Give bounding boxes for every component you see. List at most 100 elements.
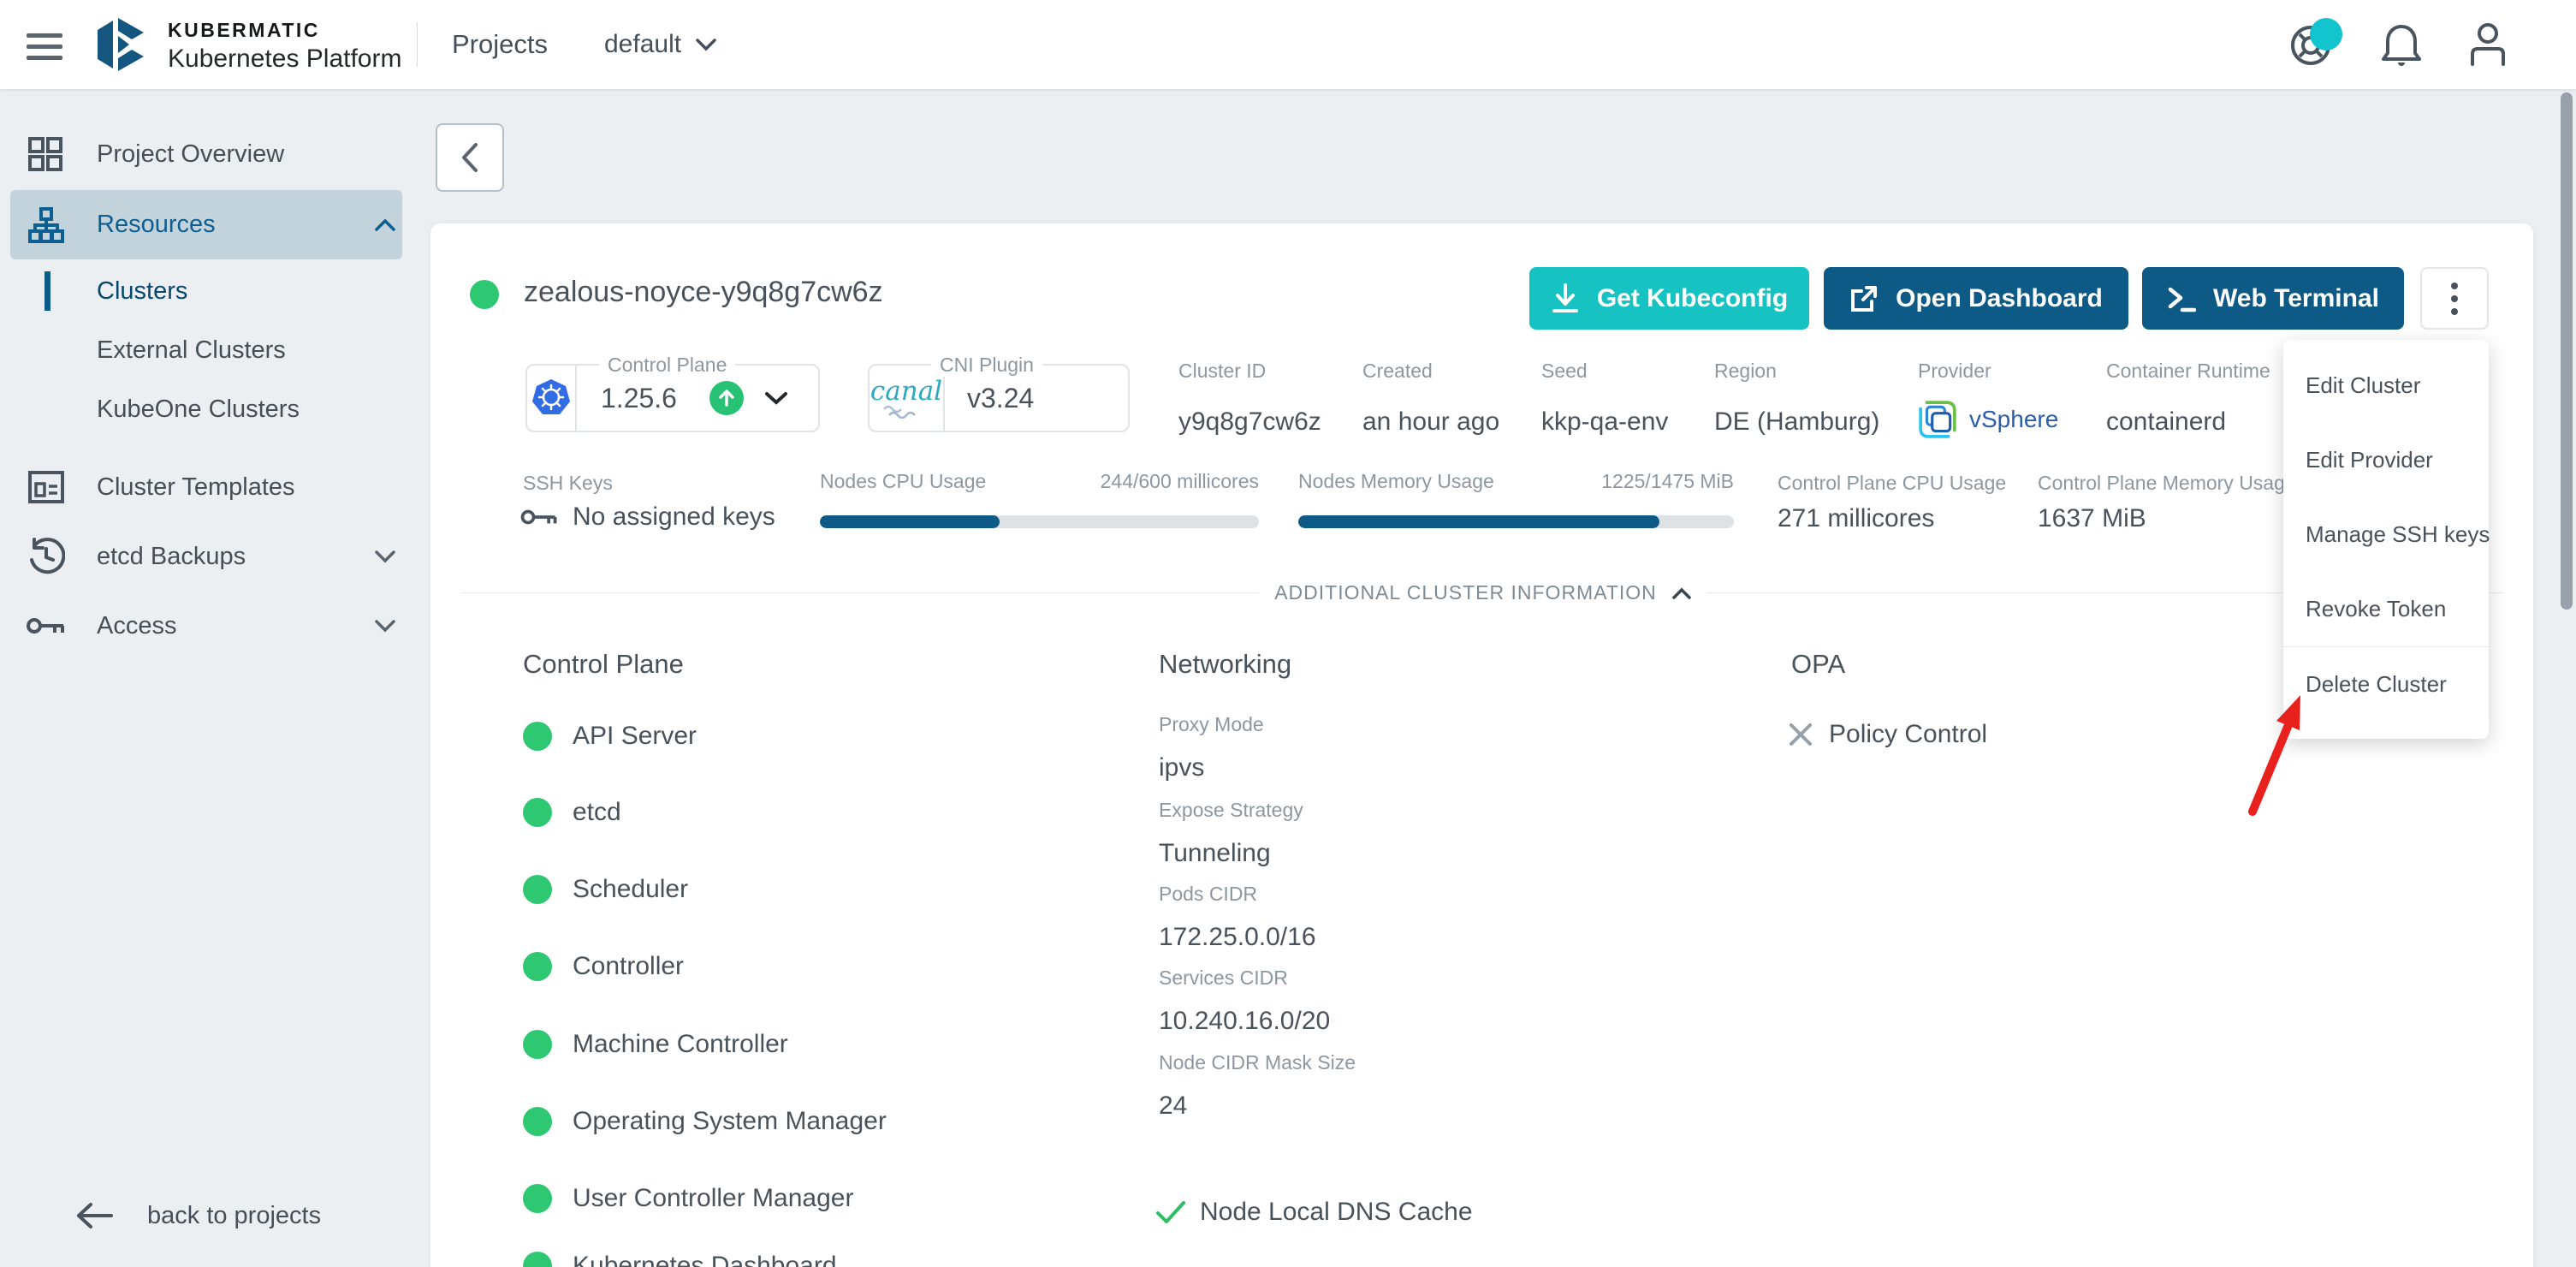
ssh-keys-value-row: No assigned keys	[519, 503, 775, 532]
kebab-dot	[2451, 308, 2458, 315]
open-dashboard-label: Open Dashboard	[1896, 284, 2103, 313]
grid-icon	[27, 136, 63, 172]
sidebar-item-project-overview[interactable]: Project Overview	[0, 120, 428, 188]
menu-item-edit-cluster[interactable]: Edit Cluster	[2283, 348, 2489, 423]
detail-label: Seed	[1541, 360, 1668, 383]
brand-line1: KUBERMATIC	[168, 19, 401, 42]
chevron-down-icon	[374, 550, 396, 563]
control-plane-item: Controller	[523, 952, 684, 981]
nodes-memory-value: 1225/1475 MiB	[1601, 470, 1734, 493]
sidebar-item-etcd-backups[interactable]: etcd Backups	[0, 522, 428, 591]
cp-memory-label: Control Plane Memory Usage	[2038, 472, 2296, 495]
header-divider	[417, 22, 418, 67]
notifications-bell-icon[interactable]	[2378, 21, 2425, 69]
web-terminal-label: Web Terminal	[2213, 284, 2379, 313]
menu-item-revoke-token[interactable]: Revoke Token	[2283, 572, 2489, 646]
vertical-scrollbar-thumb[interactable]	[2561, 92, 2573, 610]
projects-nav-link[interactable]: Projects	[452, 0, 548, 89]
detail-label: Created	[1362, 360, 1499, 383]
control-plane-item: Operating System Manager	[523, 1107, 887, 1136]
version-chevron-down-icon[interactable]	[764, 391, 788, 405]
help-ring-icon[interactable]	[2288, 23, 2333, 68]
external-link-icon	[1849, 284, 1879, 313]
cluster-detail-card: zealous-noyce-y9q8g7cw6z Get Kubeconfig …	[430, 223, 2533, 1267]
get-kubeconfig-label: Get Kubeconfig	[1597, 284, 1788, 313]
cni-version-value: v3.24	[967, 383, 1034, 414]
x-icon	[1788, 722, 1813, 747]
detail-provider: Provider vSphere	[1918, 360, 2058, 439]
history-icon	[27, 538, 65, 575]
kebab-dot	[2451, 295, 2458, 302]
detail-container-runtime: Container Runtime containerd	[2106, 360, 2270, 437]
active-indicator-bar	[45, 271, 50, 311]
additional-info-label: ADDITIONAL CLUSTER INFORMATION	[1274, 581, 1657, 604]
back-button[interactable]	[436, 123, 504, 192]
arrow-left-icon	[75, 1202, 115, 1229]
status-ok-dot	[523, 1107, 552, 1136]
control-plane-version-legend: Control Plane	[599, 354, 735, 377]
networking-field: Proxy Mode ipvs	[1159, 713, 1264, 782]
nodes-memory-progress-fill	[1298, 515, 1659, 528]
sidebar-item-resources[interactable]: Resources	[10, 190, 402, 259]
detail-label: Region	[1714, 360, 1879, 383]
status-ok-dot	[523, 1252, 552, 1267]
web-terminal-button[interactable]: Web Terminal	[2142, 267, 2404, 330]
detail-seed: Seed kkp-qa-env	[1541, 360, 1668, 437]
chevron-left-icon	[460, 142, 479, 173]
project-selector-value: default	[604, 30, 681, 59]
cp-cpu-value: 271 millicores	[1778, 504, 1934, 533]
dns-cache-row: Node Local DNS Cache	[1155, 1198, 1473, 1227]
upgrade-available-icon[interactable]	[709, 381, 744, 415]
status-ok-dot	[523, 1184, 552, 1213]
canal-logo-text: canal	[870, 378, 942, 405]
sidebar-item-access[interactable]: Access	[0, 592, 428, 660]
provider-link[interactable]: vSphere	[1969, 406, 2058, 433]
additional-info-divider[interactable]: ADDITIONAL CLUSTER INFORMATION	[462, 581, 2503, 604]
kubernetes-logo-icon	[527, 366, 577, 431]
status-ok-dot	[523, 952, 552, 981]
sidebar-item-label: Clusters	[97, 277, 187, 306]
open-dashboard-button[interactable]: Open Dashboard	[1824, 267, 2128, 330]
user-profile-icon[interactable]	[2466, 21, 2510, 68]
ssh-keys-label: SSH Keys	[523, 472, 613, 495]
policy-control-row: Policy Control	[1788, 720, 1987, 749]
sidebar-item-kubeone-clusters[interactable]: KubeOne Clusters	[0, 375, 428, 443]
status-ok-dot	[523, 1030, 552, 1059]
cluster-actions-kebab-button[interactable]	[2420, 267, 2489, 330]
control-plane-section-title: Control Plane	[523, 649, 684, 680]
project-selector[interactable]: default	[604, 0, 717, 89]
detail-label: Cluster ID	[1178, 360, 1321, 383]
sidebar-item-external-clusters[interactable]: External Clusters	[0, 316, 428, 384]
template-card-icon	[27, 470, 65, 504]
detail-value: containerd	[2106, 407, 2270, 437]
sidebar-item-cluster-templates[interactable]: Cluster Templates	[0, 453, 428, 521]
menu-item-edit-provider[interactable]: Edit Provider	[2283, 423, 2489, 497]
opa-section-title: OPA	[1791, 649, 1845, 680]
status-ok-dot	[523, 722, 552, 751]
sidebar-item-label: Cluster Templates	[97, 473, 295, 502]
ssh-keys-value: No assigned keys	[573, 503, 775, 532]
chevron-down-icon	[695, 38, 717, 51]
control-plane-item: etcd	[523, 798, 621, 827]
menu-item-manage-ssh-keys[interactable]: Manage SSH keys	[2283, 497, 2489, 572]
kebab-dot	[2451, 283, 2458, 289]
dns-cache-label: Node Local DNS Cache	[1200, 1198, 1473, 1227]
collapse-chevron-up-icon	[1672, 587, 1691, 599]
control-plane-item: Machine Controller	[523, 1030, 788, 1059]
back-to-projects-link[interactable]: back to projects	[0, 1181, 428, 1250]
chevron-down-icon	[374, 619, 396, 633]
nodes-cpu-value: 244/600 millicores	[1101, 470, 1259, 493]
hamburger-menu-icon[interactable]	[27, 33, 62, 60]
detail-value: kkp-qa-env	[1541, 407, 1668, 437]
download-icon	[1551, 283, 1580, 314]
kubermatic-logo	[89, 13, 152, 76]
sidebar-item-clusters[interactable]: Clusters	[0, 257, 428, 325]
nodes-cpu-progressbar	[820, 515, 1259, 528]
cluster-name: zealous-noyce-y9q8g7cw6z	[524, 276, 883, 309]
control-plane-item: Scheduler	[523, 875, 688, 904]
notification-badge-dot	[2310, 18, 2342, 51]
cni-plugin-box: CNI Plugin canal v3.24	[868, 364, 1130, 432]
key-icon	[519, 506, 559, 528]
control-plane-item: Kubernetes Dashboard	[523, 1252, 837, 1267]
get-kubeconfig-button[interactable]: Get Kubeconfig	[1529, 267, 1809, 330]
